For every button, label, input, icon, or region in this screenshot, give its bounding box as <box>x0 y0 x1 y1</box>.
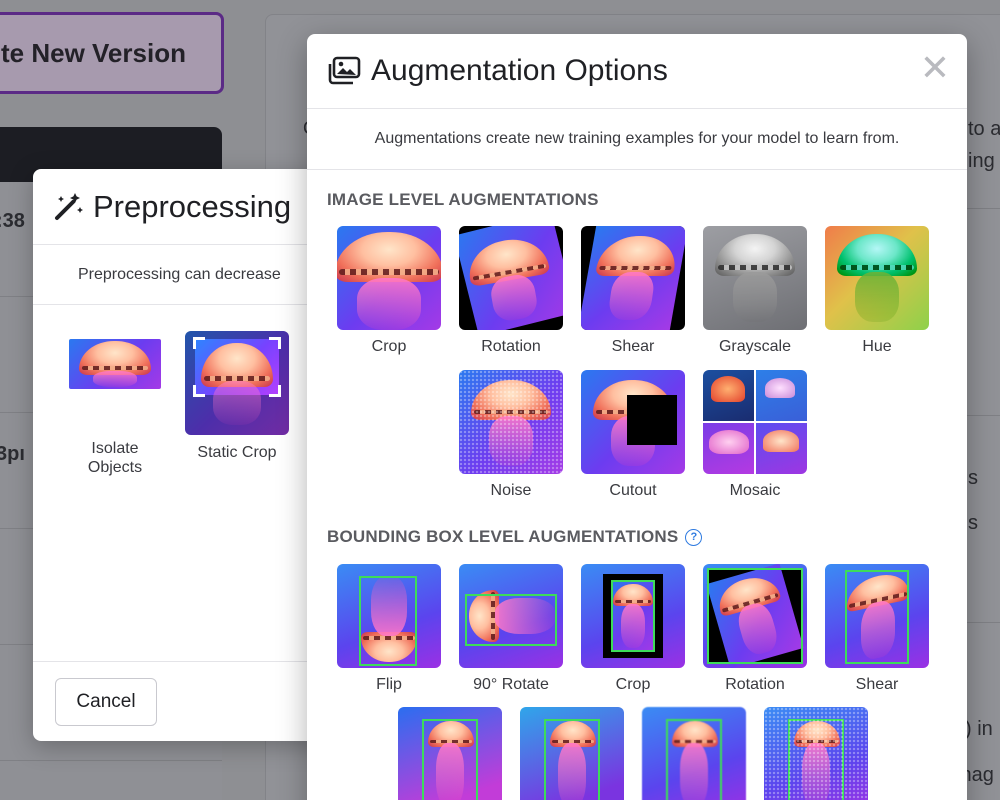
bbox-rotation[interactable]: Rotation <box>703 564 807 694</box>
preprocessing-header: Preprocessing <box>33 169 333 245</box>
cancel-button[interactable]: Cancel <box>55 678 157 726</box>
shear-thumbnail <box>581 226 685 330</box>
background-text: s <box>968 512 978 534</box>
isolate-objects-option[interactable]: Isolate Objects <box>63 331 167 477</box>
bbox-90-rotate[interactable]: 90° Rotate <box>459 564 563 694</box>
noise-thumbnail <box>459 370 563 474</box>
preprocessing-title: Preprocessing <box>93 188 292 224</box>
close-icon[interactable]: ✕ <box>919 48 951 88</box>
bbox-90-rotate-thumbnail <box>459 564 563 668</box>
bbox-row3-tile[interactable] <box>642 707 746 800</box>
isolate-objects-label: Isolate Objects <box>87 440 143 476</box>
static-crop-label: Static Crop <box>197 444 277 461</box>
bbox-crop-thumbnail <box>581 564 685 668</box>
bbox-flip[interactable]: Flip <box>337 564 441 694</box>
image-level-heading-text: IMAGE LEVEL AUGMENTATIONS <box>327 190 599 209</box>
augmentation-title: Augmentation Options <box>371 54 668 87</box>
aug-crop[interactable]: Crop <box>337 226 441 356</box>
augmentation-header: Augmentation Options ✕ <box>307 34 967 109</box>
bbox-rotation-thumbnail <box>703 564 807 668</box>
bbox-flip-label: Flip <box>376 676 402 693</box>
bbox-crop-label: Crop <box>615 676 651 693</box>
background-text: s <box>968 467 978 489</box>
bbox-level-heading-text: BOUNDING BOX LEVEL AUGMENTATIONS <box>327 527 679 546</box>
image-level-heading: IMAGE LEVEL AUGMENTATIONS <box>327 190 599 210</box>
bbox-shear[interactable]: Shear <box>825 564 929 694</box>
background-text: ing <box>968 150 995 172</box>
preprocessing-modal: Preprocessing Preprocessing can decrease… <box>33 169 333 741</box>
aug-rotation[interactable]: Rotation <box>459 226 563 356</box>
bbox-rotation-label: Rotation <box>725 676 785 693</box>
augmentation-description: Augmentations create new training exampl… <box>307 109 967 170</box>
hue-thumbnail <box>825 226 929 330</box>
aug-mosaic[interactable]: Mosaic <box>703 370 807 500</box>
aug-cutout[interactable]: Cutout <box>581 370 685 500</box>
help-circle-icon[interactable]: ? <box>685 528 703 546</box>
cutout-label: Cutout <box>609 482 657 499</box>
background-time-text: 3pı <box>0 443 25 465</box>
rotation-thumbnail <box>459 226 563 330</box>
divider <box>965 415 1000 416</box>
rotation-label: Rotation <box>481 338 541 355</box>
aug-hue[interactable]: Hue <box>825 226 929 356</box>
aug-noise[interactable]: Noise <box>459 370 563 500</box>
aug-grayscale[interactable]: Grayscale <box>703 226 807 356</box>
magic-wand-icon <box>51 190 85 224</box>
bbox-shear-thumbnail <box>825 564 929 668</box>
shear-label: Shear <box>611 338 655 355</box>
bbox-row3-thumbnail <box>398 707 502 800</box>
background-time-text: :38 <box>0 210 25 232</box>
noise-label: Noise <box>490 482 532 499</box>
hue-label: Hue <box>862 338 892 355</box>
bbox-row3-thumbnail <box>642 707 746 800</box>
preprocessing-description: Preprocessing can decrease <box>33 245 333 305</box>
bbox-shear-label: Shear <box>855 676 899 693</box>
cutout-thumbnail <box>581 370 685 474</box>
static-crop-option[interactable]: Static Crop <box>185 331 289 462</box>
static-crop-thumbnail <box>185 331 289 435</box>
bbox-row3-tile[interactable] <box>398 707 502 800</box>
mosaic-label: Mosaic <box>729 482 781 499</box>
bbox-90-rotate-label: 90° Rotate <box>473 676 549 693</box>
images-icon <box>327 56 361 86</box>
bbox-level-heading: BOUNDING BOX LEVEL AUGMENTATIONS ? <box>327 527 703 547</box>
augmentation-options-modal: Augmentation Options ✕ Augmentations cre… <box>307 34 967 800</box>
bbox-crop[interactable]: Crop <box>581 564 685 694</box>
create-new-version-button: te New Version <box>0 12 224 94</box>
isolate-objects-thumbnail <box>63 331 167 435</box>
preprocessing-footer: Cancel <box>33 661 333 741</box>
bbox-row3-tile[interactable] <box>764 707 868 800</box>
crop-label: Crop <box>371 338 407 355</box>
divider <box>965 208 1000 209</box>
grayscale-thumbnail <box>703 226 807 330</box>
background-text: to a <box>968 118 1000 140</box>
aug-shear[interactable]: Shear <box>581 226 685 356</box>
divider <box>0 760 222 761</box>
bbox-flip-thumbnail <box>337 564 441 668</box>
bbox-row3-thumbnail <box>520 707 624 800</box>
bbox-row3-thumbnail <box>764 707 868 800</box>
mosaic-thumbnail <box>703 370 807 474</box>
divider <box>965 622 1000 623</box>
crop-thumbnail <box>337 226 441 330</box>
grayscale-label: Grayscale <box>718 338 792 355</box>
bbox-row3-tile[interactable] <box>520 707 624 800</box>
